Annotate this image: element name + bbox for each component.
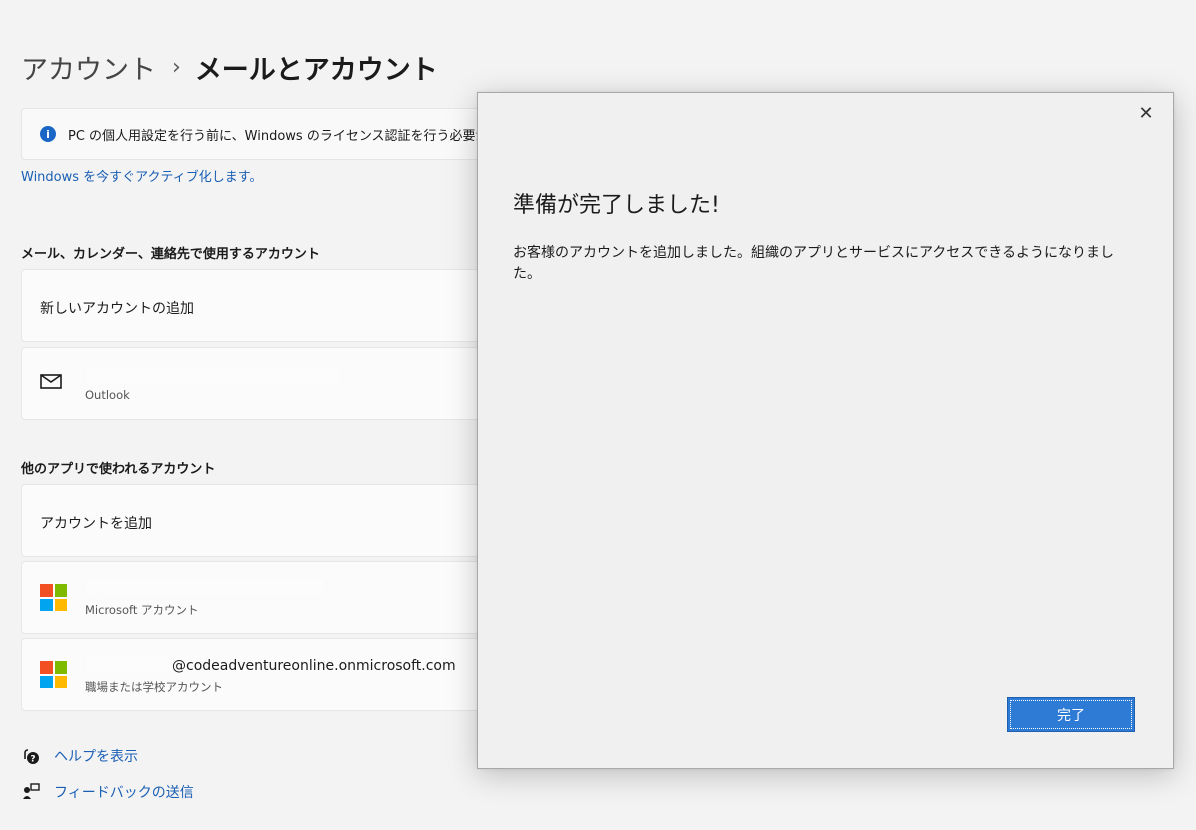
redacted-name bbox=[86, 578, 324, 594]
feedback-link-label: フィードバックの送信 bbox=[54, 785, 194, 801]
feedback-icon bbox=[23, 783, 40, 799]
breadcrumb: アカウント › メールとアカウント bbox=[21, 48, 438, 87]
help-link-label: ヘルプを表示 bbox=[54, 749, 138, 765]
add-new-account-button[interactable]: 新しいアカウントの追加 bbox=[21, 269, 491, 342]
microsoft-account-sublabel: Microsoft アカウント bbox=[85, 603, 199, 617]
work-account-item[interactable]: @codeadventureonline.onmicrosoft.com 職場ま… bbox=[21, 638, 491, 711]
breadcrumb-parent[interactable]: アカウント bbox=[21, 48, 156, 87]
setup-complete-dialog: ✕ 準備が完了しました! お客様のアカウントを追加しました。組織のアプリとサービ… bbox=[477, 92, 1174, 769]
breadcrumb-separator: › bbox=[172, 55, 181, 80]
close-icon[interactable]: ✕ bbox=[1131, 99, 1161, 127]
microsoft-logo-icon bbox=[40, 584, 67, 611]
other-accounts-heading: 他のアプリで使われるアカウント bbox=[21, 462, 216, 477]
mail-icon bbox=[40, 374, 62, 389]
page-title: メールとアカウント bbox=[194, 55, 438, 86]
activation-notice: i PC の個人用設定を行う前に、Windows のライセンス認証を行う必要があ… bbox=[21, 108, 491, 160]
add-account-button[interactable]: アカウントを追加 bbox=[21, 484, 491, 557]
info-icon: i bbox=[40, 126, 56, 142]
help-link[interactable]: ? ヘルプを表示 bbox=[22, 746, 138, 766]
work-account-email: @codeadventureonline.onmicrosoft.com bbox=[172, 658, 456, 674]
microsoft-logo-icon bbox=[40, 661, 67, 688]
redacted-name bbox=[86, 368, 341, 384]
outlook-sublabel: Outlook bbox=[85, 388, 130, 402]
redacted-name bbox=[86, 656, 171, 672]
notice-text: PC の個人用設定を行う前に、Windows のライセンス認証を行う必要がありま… bbox=[68, 128, 490, 144]
dialog-message: お客様のアカウントを追加しました。組織のアプリとサービスにアクセスできるようにな… bbox=[513, 245, 1115, 282]
dialog-title: 準備が完了しました! bbox=[513, 193, 720, 218]
email-accounts-heading: メール、カレンダー、連絡先で使用するアカウント bbox=[21, 247, 320, 262]
activate-windows-link[interactable]: Windows を今すぐアクティブ化します。 bbox=[21, 166, 262, 185]
help-icon: ? bbox=[24, 749, 39, 765]
done-button[interactable]: 完了 bbox=[1007, 697, 1135, 732]
microsoft-account-item[interactable]: Microsoft アカウント bbox=[21, 561, 491, 634]
svg-text:?: ? bbox=[30, 755, 35, 765]
add-new-account-label: 新しいアカウントの追加 bbox=[40, 301, 194, 317]
add-account-label: アカウントを追加 bbox=[40, 516, 152, 532]
feedback-link[interactable]: フィードバックの送信 bbox=[22, 782, 194, 802]
work-account-sublabel: 職場または学校アカウント bbox=[85, 680, 223, 694]
outlook-account-item[interactable]: Outlook bbox=[21, 347, 491, 420]
